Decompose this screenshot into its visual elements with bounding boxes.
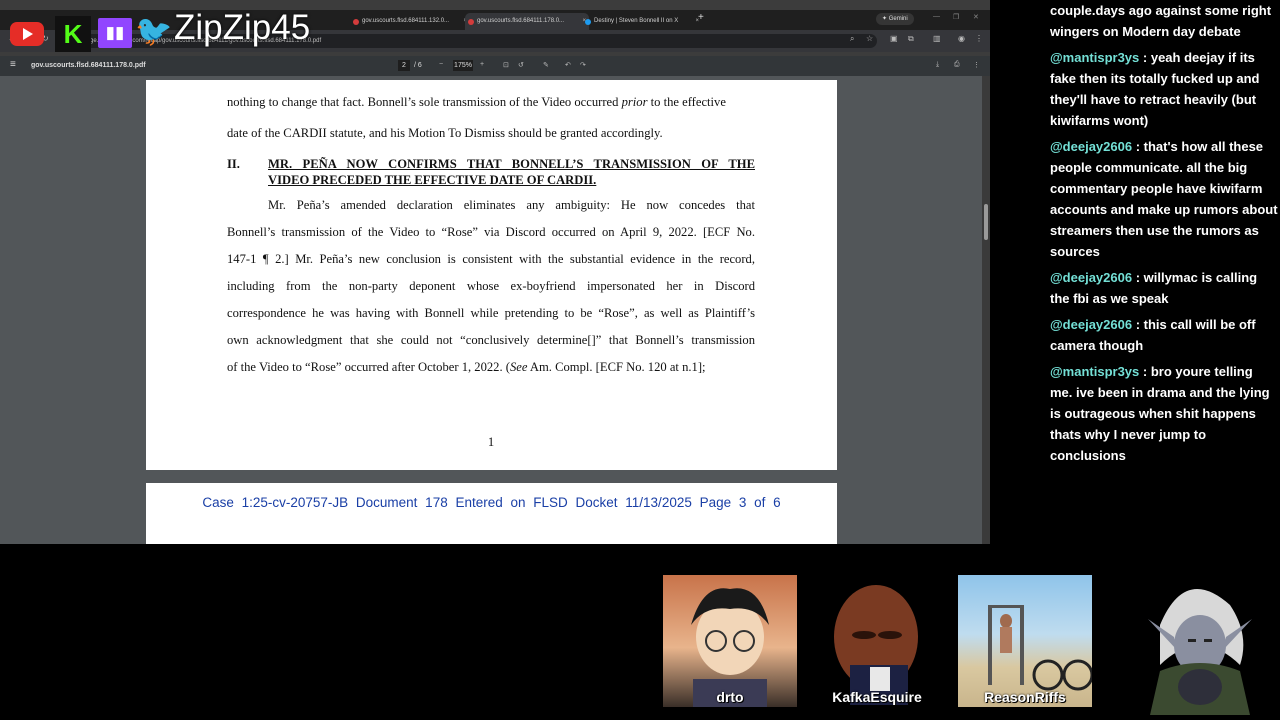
webcam-name: drto [716,689,744,705]
maximize-icon[interactable]: ❐ [953,13,959,21]
youtube-icon [10,22,44,46]
chat-text: couple.days ago against some right winge… [1050,3,1272,39]
tab-pdf-178[interactable]: gov.uscourts.flsd.684111.178.0...× [465,13,589,30]
bookmark-star-icon[interactable]: ☆ [866,34,873,43]
gemini-label: Gemini [888,16,908,22]
pdf-scrollbar[interactable] [982,76,990,544]
twitch-icon: ▮▮ [98,18,132,48]
text-line: date of the CARDII statute, and his Moti… [227,126,663,140]
text-line: nothing to change that fact. Bonnell’s s… [227,95,755,110]
page-total: / 6 [414,62,422,69]
tab-pdf-132[interactable]: gov.uscourts.flsd.684111.132.0...× [350,13,470,30]
streamer-avatar [1130,575,1270,715]
text-run: to the effective [647,95,726,109]
page-number-input[interactable]: 2 [398,60,410,71]
chat-username: @mantispr3ys [1050,50,1140,65]
text-line: correspondence he was having with Bonnel… [227,306,755,320]
browser-menu-icon[interactable]: ⋮ [975,34,983,43]
text-run: nothing to change that fact. Bonnell’s s… [227,95,622,109]
print-icon[interactable]: ⎙ [954,61,960,69]
case-header: Case 1:25-cv-20757-JB Document 178 Enter… [202,495,781,510]
x-favicon-icon [585,19,591,25]
new-tab-icon[interactable]: + [698,12,704,23]
undo-icon[interactable]: ↶ [565,61,571,69]
webcam-tile: KafkaEsquire [810,575,944,707]
italic-run: prior [621,95,648,109]
pdf-filename: gov.uscourts.flsd.684111.178.0.pdf [31,62,146,69]
text-line: Mr. Peña’s amended declaration eliminate… [268,198,755,212]
avatar [691,588,769,707]
pdf-toolbar: ≡ gov.uscourts.flsd.684111.178.0.pdf 2 /… [0,56,990,76]
chat-panel: couple.days ago against some right winge… [1050,0,1278,471]
gemini-sparkle-icon: ✦ [882,16,889,22]
elf-avatar-icon [1148,589,1252,715]
tab-label: gov.uscourts.flsd.684111.132.0... [362,18,450,24]
chat-message: @deejay2606 : that's how all these peopl… [1050,136,1278,262]
download-icon[interactable]: ⤓ [936,61,939,69]
webcam-tile: ReasonRiffs [958,575,1094,707]
text-line: own acknowledgment that she could not “c… [227,333,755,347]
text-line: 147-1 ¶ 2.] Mr. Peña’s new conclusion is… [227,252,755,266]
webcam-tile: drto [663,575,797,707]
pdf-favicon-icon [468,19,474,25]
chat-username: @deejay2606 [1050,139,1133,154]
chat-message: @mantispr3ys : bro youre telling me. ive… [1050,361,1278,466]
pdf-viewer[interactable]: nothing to change that fact. Bonnell’s s… [0,76,990,544]
section-number: II. [227,157,240,171]
annotate-icon[interactable]: ✎ [543,61,549,69]
extension-icon[interactable]: ▣ [890,34,898,43]
extensions-puzzle-icon[interactable]: ⧉ [908,34,914,44]
fit-page-icon[interactable]: ⊡ [503,61,509,69]
close-window-icon[interactable]: ✕ [973,13,979,21]
chat-username: @mantispr3ys [1050,364,1140,379]
webcam-name: KafkaEsquire [832,689,922,705]
text-line: Bonnell’s transmission of the Video to “… [227,225,755,239]
sidepanel-icon[interactable]: ▥ [933,34,941,43]
scrollbar-thumb[interactable] [984,204,988,240]
italic-run: See [509,360,528,374]
redo-icon[interactable]: ↷ [580,61,586,69]
streamer-handle: ZipZip45 [174,8,311,47]
text-line: of the Video to “Rose” occurred after Oc… [227,360,755,375]
pdf-more-icon[interactable]: ⋮ [973,61,980,69]
section-heading-line2: VIDEO PRECEDED THE EFFECTIVE DATE OF CAR… [268,173,597,187]
chat-message: @deejay2606 : willymac is calling the fb… [1050,267,1278,309]
twitter-bird-icon: 🐦 [135,15,173,48]
profile-icon[interactable]: ◉ [958,34,965,43]
page-footer-number: 1 [487,435,495,449]
text-run: Am. Compl. [ECF No. 120 at n.1]; [527,360,706,374]
tab-label: Destiny | Steven Bonnell II on X [594,18,679,24]
browser-window: gov.uscourts.flsd.684111.132.0...× gov.u… [0,0,990,544]
zoom-out-icon[interactable]: − [439,61,443,68]
zoom-level-input[interactable]: 175% [453,60,473,71]
section-heading-line1: MR. PEÑA NOW CONFIRMS THAT BONNELL’S TRA… [268,157,755,171]
text-run: of the Video to “Rose” occurred after Oc… [227,360,510,374]
chat-text: : that's how all these people communicat… [1050,139,1278,259]
gemini-button[interactable]: ✦ Gemini [876,13,914,25]
rotate-icon[interactable]: ↺ [518,61,524,69]
text-line: including from the non-party deponent wh… [227,279,755,293]
pdf-page: nothing to change that fact. Bonnell’s s… [146,80,837,470]
tab-label: gov.uscourts.flsd.684111.178.0... [477,18,565,24]
chat-message: @deejay2606 : this call will be off came… [1050,314,1278,356]
tab-x-destiny[interactable]: Destiny | Steven Bonnell II on X × [582,13,702,30]
chat-username: @deejay2606 [1050,270,1133,285]
chat-message: @mantispr3ys : yeah deejay if its fake t… [1050,47,1278,131]
chat-message: couple.days ago against some right winge… [1050,0,1278,42]
minimize-icon[interactable]: — [933,13,940,20]
webcam-name: ReasonRiffs [984,689,1066,705]
pdf-favicon-icon [353,19,359,25]
zoom-icon[interactable]: ⌕ [850,34,854,44]
pdf-page-next: Case 1:25-cv-20757-JB Document 178 Enter… [146,483,837,544]
avatar [988,605,1094,691]
pdf-menu-icon[interactable]: ≡ [10,59,16,70]
zoom-in-icon[interactable]: + [480,61,484,68]
avatar [834,585,918,705]
kick-icon: K [55,16,91,52]
chat-username: @deejay2606 [1050,317,1133,332]
